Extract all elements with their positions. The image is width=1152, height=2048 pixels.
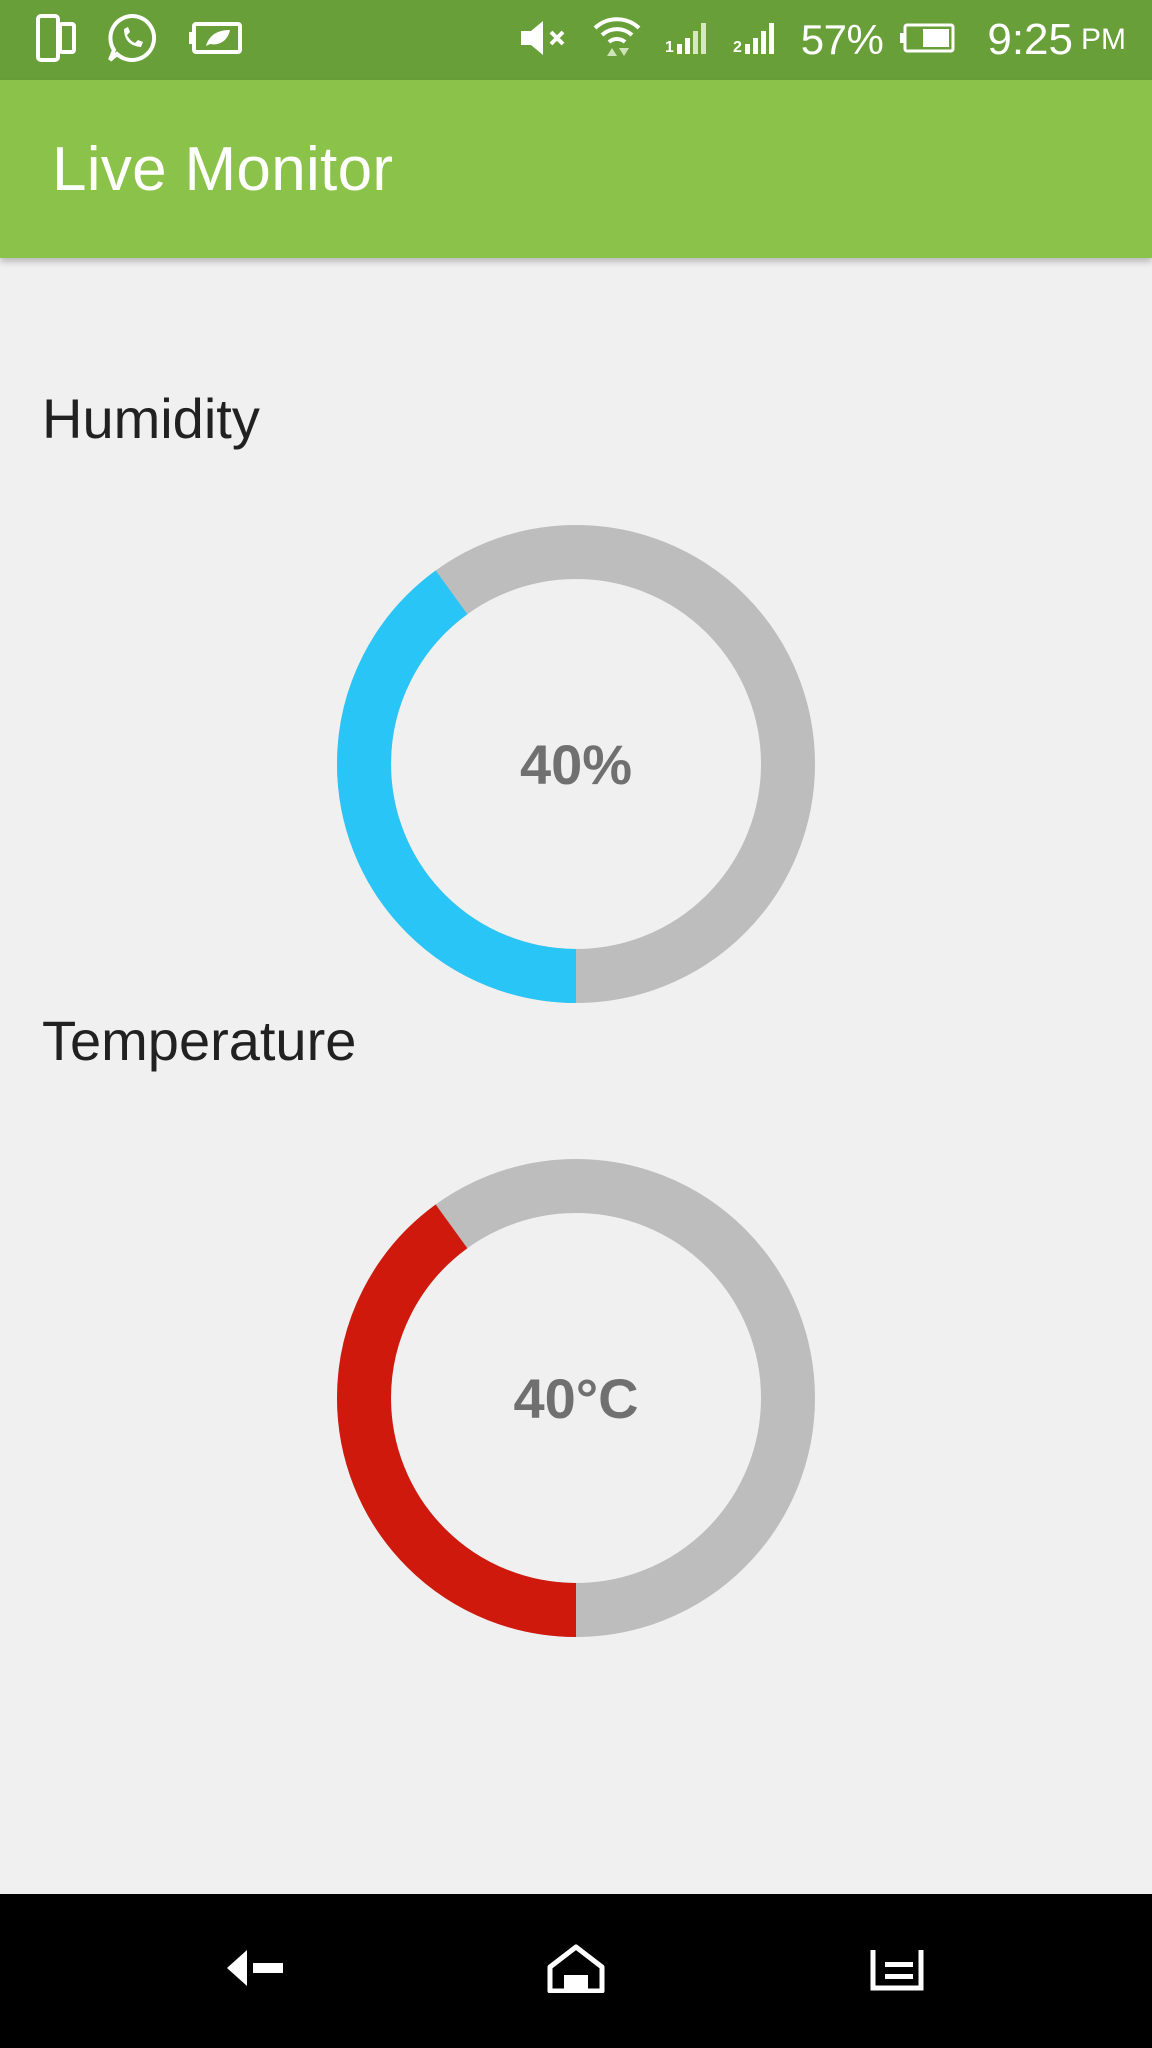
home-icon [547,1944,605,1993]
mute-icon [519,18,569,63]
temperature-value: 40°C [513,1366,639,1430]
temperature-gauge: 40°C [334,1156,818,1640]
status-clock-ampm: PM [1081,23,1126,56]
home-button[interactable] [541,1938,611,1998]
device-icon [36,13,76,67]
battery-percent: 57% [800,16,884,63]
humidity-gauge: 40% [334,522,818,1006]
recents-button[interactable] [862,1938,932,1998]
status-clock: 9:25 [987,15,1073,64]
signal-2-icon: 2 [733,18,779,63]
app-bar: Live Monitor [0,80,1152,258]
navigation-bar [0,1894,1152,2048]
recents-icon [870,1950,924,1991]
humidity-value: 40% [519,732,633,796]
battery-saver-icon [188,20,244,61]
signal-1x-icon: 1 [665,18,711,63]
app-screen: 1 2 57% 9:25 PM Live Monitor Humidity 40… [0,0,1152,2048]
status-bar: 1 2 57% 9:25 PM [0,0,1152,80]
whatsapp-icon [106,12,158,69]
system-indicators: 1 2 57% 9:25 PM [519,10,1126,70]
svg-text:2: 2 [733,39,742,56]
temperature-label: Temperature [42,1009,357,1072]
wifi-icon [591,12,643,69]
battery-icon [899,23,955,58]
back-button[interactable] [220,1938,290,1998]
page-title: Live Monitor [52,135,394,204]
svg-text:1: 1 [665,39,674,56]
notification-icons [36,12,244,69]
back-icon [227,1950,283,1986]
humidity-label: Humidity [42,387,260,450]
